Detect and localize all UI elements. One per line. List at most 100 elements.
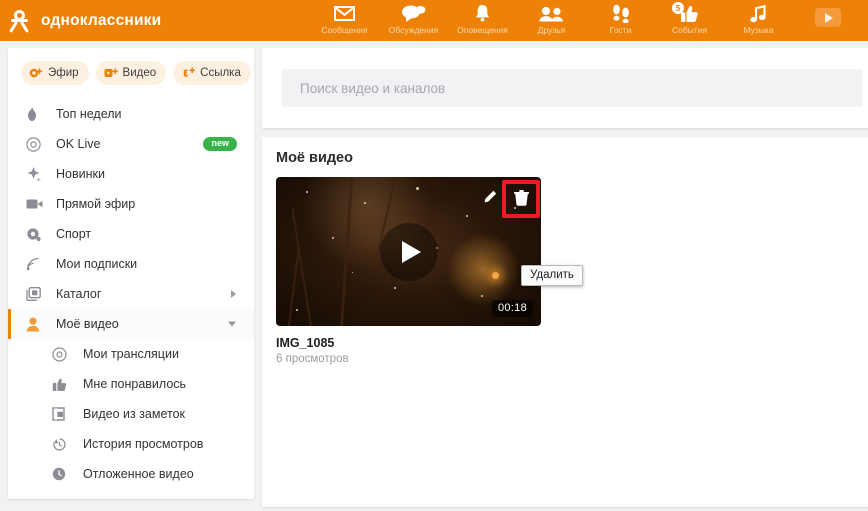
my-video-card: Моё видео 00:18 Удалить IMG_1085 6 просм…: [262, 137, 868, 507]
sidebar-action-buttons: Эфир Видео Ссылка: [8, 48, 254, 97]
nav-label: Сообщения: [321, 25, 368, 35]
rss-icon: [26, 255, 46, 273]
camcorder-icon: [26, 195, 46, 213]
person-icon: [26, 315, 46, 333]
create-broadcast-button[interactable]: Эфир: [21, 61, 89, 85]
sparkle-icon: [26, 165, 46, 183]
sidebar-nav: Топ недели OK Live new Новинки Прямой эф…: [8, 97, 254, 489]
trash-icon: [513, 189, 529, 211]
history-icon: [52, 435, 72, 453]
edit-video-button[interactable]: [479, 188, 501, 210]
sidebar: Эфир Видео Ссылка Топ недели OK Live new…: [8, 48, 254, 499]
nav-label: Музыка: [743, 25, 774, 35]
sidebar-item-label: OK Live: [56, 137, 101, 151]
sidebar-item-catalog[interactable]: Каталог: [8, 279, 254, 309]
action-label: Ссылка: [200, 67, 241, 79]
nav-label: Друзья: [537, 25, 566, 35]
sidebar-item-label: Прямой эфир: [56, 197, 136, 211]
nav-label: Гости: [609, 25, 632, 35]
thumbs-up-icon: 5: [672, 2, 699, 24]
brand-name: одноклассники: [41, 11, 162, 29]
nav-item-video[interactable]: Видео: [862, 0, 868, 41]
sidebar-item-label: Мои подписки: [56, 257, 138, 271]
sidebar-item-subscriptions[interactable]: Мои подписки: [8, 249, 254, 279]
envelope-icon: [334, 3, 355, 24]
sidebar-item-label: Новинки: [56, 167, 105, 181]
link-add-icon: [181, 66, 196, 80]
play-button[interactable]: [379, 222, 438, 281]
sidebar-item-label: Моё видео: [56, 317, 119, 331]
chevron-down-icon: [228, 321, 236, 327]
sidebar-item-liked[interactable]: Мне понравилось: [8, 369, 254, 399]
sidebar-item-watch-history[interactable]: История просмотров: [8, 429, 254, 459]
nav-item-play-tile[interactable]: [793, 0, 862, 41]
upload-video-button[interactable]: Видео: [95, 61, 167, 85]
sidebar-item-label: Мои трансляции: [83, 347, 179, 361]
note-video-icon: [52, 405, 72, 423]
brand-logo-link[interactable]: одноклассники: [0, 9, 310, 32]
main-content: Моё видео: [262, 48, 868, 507]
play-icon: [401, 240, 421, 263]
broadcast-add-icon: [29, 66, 43, 80]
nav-label: Обсуждения: [388, 25, 439, 35]
sidebar-item-my-video[interactable]: Моё видео: [8, 309, 254, 339]
search-card: [262, 48, 868, 128]
video-item: 00:18 Удалить IMG_1085 6 просмотров: [276, 177, 583, 365]
sidebar-item-label: Спорт: [56, 227, 92, 241]
sidebar-item-label: Топ недели: [56, 107, 122, 121]
sidebar-item-watch-later[interactable]: Отложенное видео: [8, 459, 254, 489]
sidebar-item-label: Мне понравилось: [83, 377, 187, 391]
action-label: Эфир: [48, 67, 79, 79]
sidebar-item-my-broadcasts[interactable]: Мои трансляции: [8, 339, 254, 369]
top-nav-items: Сообщения Обсуждения Оповещения Друзья Г: [310, 0, 868, 41]
ok-logo-icon: [10, 9, 32, 32]
sport-ball-icon: [26, 225, 46, 243]
nav-item-notifications[interactable]: Оповещения: [448, 0, 517, 41]
nav-label: События: [671, 25, 708, 35]
sidebar-item-label: Видео из заметок: [83, 407, 185, 421]
sidebar-item-live-broadcast[interactable]: Прямой эфир: [8, 189, 254, 219]
sidebar-item-video-from-notes[interactable]: Видео из заметок: [8, 399, 254, 429]
sidebar-item-label: Каталог: [56, 287, 102, 301]
footprints-icon: [612, 3, 630, 24]
nav-label: Оповещения: [457, 25, 508, 35]
add-link-button[interactable]: Ссылка: [173, 61, 251, 85]
chevron-right-icon: [231, 290, 236, 298]
clock-icon: [52, 465, 72, 483]
sidebar-subnav: Мои трансляции Мне понравилось Видео из …: [8, 339, 254, 489]
nav-item-friends[interactable]: Друзья: [517, 0, 586, 41]
events-badge-count: 5: [672, 2, 684, 14]
chat-bubbles-icon: [401, 3, 426, 24]
video-thumbnail[interactable]: 00:18: [276, 177, 541, 326]
search-input[interactable]: [282, 69, 862, 107]
catalog-icon: [26, 285, 46, 303]
nav-item-guests[interactable]: Гости: [586, 0, 655, 41]
nav-item-discussions[interactable]: Обсуждения: [379, 0, 448, 41]
page-title: Моё видео: [276, 150, 353, 166]
bell-icon: [474, 3, 491, 24]
flame-icon: [26, 105, 46, 123]
video-add-icon: [104, 66, 118, 80]
delete-tooltip: Удалить: [521, 265, 583, 286]
new-badge: new: [203, 137, 237, 151]
play-tile-icon: [814, 8, 841, 27]
sidebar-item-label: Отложенное видео: [83, 467, 194, 481]
action-label: Видео: [122, 67, 157, 79]
sidebar-item-top-week[interactable]: Топ недели: [8, 99, 254, 129]
video-duration: 00:18: [491, 300, 533, 317]
delete-video-button[interactable]: [509, 188, 533, 212]
sidebar-item-ok-live[interactable]: OK Live new: [8, 129, 254, 159]
nav-item-music[interactable]: Музыка: [724, 0, 793, 41]
people-icon: [539, 3, 564, 24]
broadcast-circle-icon: [52, 345, 72, 363]
top-navigation-bar: одноклассники Сообщения Обсуждения Опове…: [0, 0, 868, 41]
video-views-count: 6 просмотров: [276, 353, 349, 365]
music-note-icon: [750, 3, 767, 24]
thumbs-up-icon: [52, 375, 72, 393]
sidebar-item-sport[interactable]: Спорт: [8, 219, 254, 249]
nav-item-events[interactable]: 5 События: [655, 0, 724, 41]
live-circle-icon: [26, 135, 46, 153]
sidebar-item-new[interactable]: Новинки: [8, 159, 254, 189]
nav-item-messages[interactable]: Сообщения: [310, 0, 379, 41]
video-title[interactable]: IMG_1085: [276, 336, 541, 350]
